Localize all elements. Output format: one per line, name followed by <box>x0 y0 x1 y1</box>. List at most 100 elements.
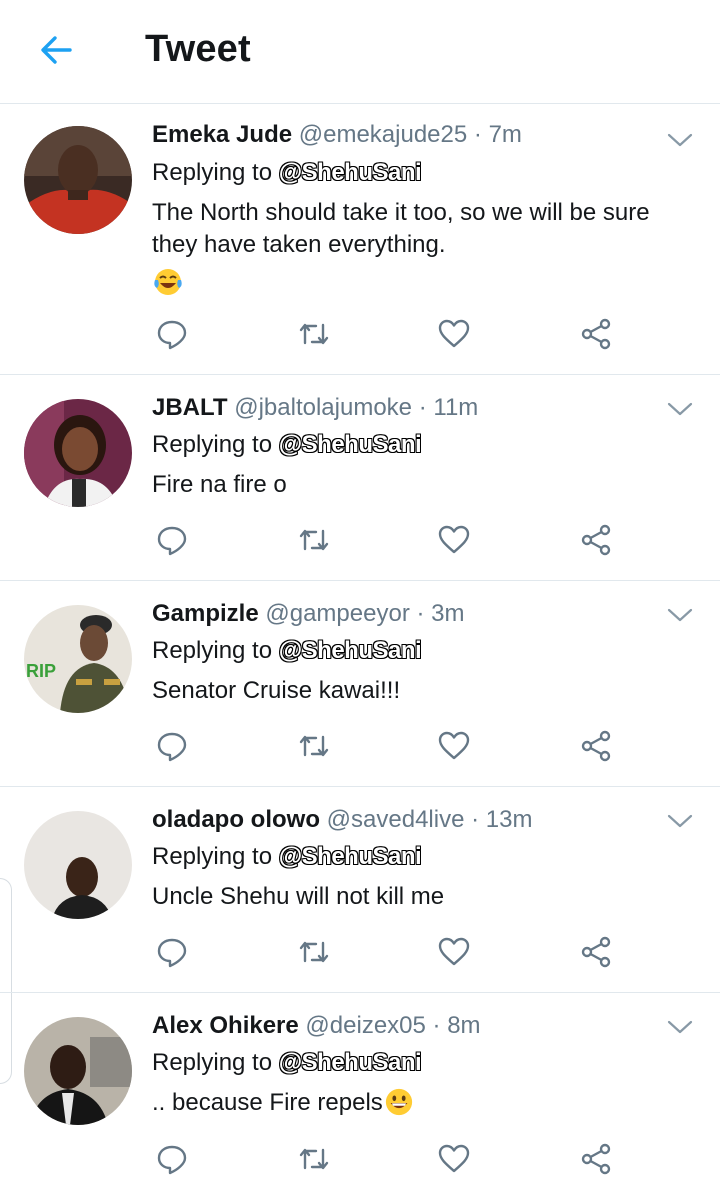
reply-icon <box>157 1145 187 1175</box>
reply-icon <box>157 526 187 556</box>
retweet-button[interactable] <box>294 1139 334 1179</box>
replying-to-line: Replying to @ShehuSani <box>152 1048 422 1078</box>
share-icon <box>581 730 611 762</box>
timestamp: 13m <box>485 806 533 833</box>
reply-button[interactable] <box>152 1139 192 1179</box>
tweet-actions <box>0 520 720 560</box>
avatar[interactable] <box>24 126 132 234</box>
chevron-down-icon[interactable] <box>666 1017 694 1037</box>
author-handle[interactable]: @saved4live <box>327 806 465 833</box>
retweet-button[interactable] <box>294 314 334 354</box>
author-name[interactable]: Alex Ohikere <box>152 1012 299 1039</box>
author-name[interactable]: Emeka Jude <box>152 121 292 148</box>
arrow-left-icon <box>41 36 72 64</box>
replying-prefix: Replying to <box>152 843 273 870</box>
share-button[interactable] <box>576 726 616 766</box>
reply-button[interactable] <box>152 314 192 354</box>
like-button[interactable] <box>434 314 474 354</box>
retweet-icon <box>299 323 329 345</box>
tweet-text-content: Uncle Shehu will not kill me <box>152 883 445 910</box>
reply-icon <box>157 938 187 968</box>
tweet-actions <box>0 932 720 972</box>
author-handle[interactable]: @deizex05 <box>305 1012 425 1039</box>
reply-button[interactable] <box>152 726 192 766</box>
replying-prefix: Replying to <box>152 1049 273 1076</box>
tweet-text: Uncle Shehu will not kill me <box>152 881 692 913</box>
tweet-text-content: Senator Cruise kawai!!! <box>152 677 401 704</box>
author-name[interactable]: oladapo olowo <box>152 806 320 833</box>
heart-icon <box>438 731 470 760</box>
retweet-icon <box>299 529 329 551</box>
tweet-header: JBALT @jbaltolajumoke · 11m <box>152 393 478 423</box>
avatar[interactable] <box>24 399 132 507</box>
tweet-item[interactable]: JBALT @jbaltolajumoke · 11m Replying to … <box>0 375 720 581</box>
page-title: Tweet <box>145 28 251 70</box>
share-button[interactable] <box>576 314 616 354</box>
separator-dot: · <box>471 806 480 833</box>
reply-icon <box>157 732 187 762</box>
tweet-text: The North should take it too, so we will… <box>152 197 692 261</box>
tweet-actions <box>0 726 720 766</box>
avatar-image: RIP <box>24 605 132 713</box>
like-button[interactable] <box>434 1139 474 1179</box>
tweet-header: Alex Ohikere @deizex05 · 8m <box>152 1011 481 1041</box>
tweet-item[interactable]: Alex Ohikere @deizex05 · 8m Replying to … <box>0 993 720 1192</box>
tweet-text-content: .. because Fire repels <box>152 1089 383 1116</box>
tweet-item[interactable]: Emeka Jude @emekajude25 · 7m Replying to… <box>0 104 720 375</box>
share-icon <box>581 1143 611 1175</box>
avatar-image <box>24 1017 132 1125</box>
face-with-tears-of-joy-icon <box>154 269 182 295</box>
retweet-button[interactable] <box>294 520 334 560</box>
retweet-button[interactable] <box>294 726 334 766</box>
tweet-item[interactable]: oladapo olowo @saved4live · 13m Replying… <box>0 787 720 993</box>
replying-to-line: Replying to @ShehuSani <box>152 158 422 188</box>
avatar[interactable]: RIP <box>24 605 132 713</box>
author-handle[interactable]: @jbaltolajumoke <box>234 394 412 421</box>
heart-icon <box>438 1144 470 1173</box>
author-handle[interactable]: @emekajude25 <box>299 121 467 148</box>
mention-link[interactable]: @ShehuSani <box>279 843 422 870</box>
chevron-down-icon[interactable] <box>666 811 694 831</box>
grinning-face-icon <box>385 1088 412 1115</box>
tweet-item[interactable]: RIP Gampizle @gampeeyor · 3m Replying to… <box>0 581 720 787</box>
author-handle[interactable]: @gampeeyor <box>265 600 409 627</box>
share-icon <box>581 936 611 968</box>
share-button[interactable] <box>576 1139 616 1179</box>
like-button[interactable] <box>434 726 474 766</box>
replying-to-line: Replying to @ShehuSani <box>152 430 422 460</box>
heart-icon <box>438 525 470 554</box>
tweet-text: .. because Fire repels <box>152 1087 692 1119</box>
reply-button[interactable] <box>152 932 192 972</box>
mention-link[interactable]: @ShehuSani <box>279 159 422 186</box>
retweet-icon <box>299 735 329 757</box>
share-icon <box>581 524 611 556</box>
back-button[interactable] <box>36 30 76 70</box>
heart-icon <box>438 937 470 966</box>
avatar[interactable] <box>24 811 132 919</box>
chevron-down-icon[interactable] <box>666 399 694 419</box>
like-button[interactable] <box>434 520 474 560</box>
timestamp: 3m <box>431 600 465 627</box>
timestamp: 11m <box>433 394 479 421</box>
share-button[interactable] <box>576 932 616 972</box>
mention-link[interactable]: @ShehuSani <box>279 431 422 458</box>
timestamp: 7m <box>488 121 522 148</box>
timestamp: 8m <box>447 1012 481 1039</box>
author-name[interactable]: JBALT <box>152 394 228 421</box>
separator-dot: · <box>432 1012 441 1039</box>
chevron-down-icon[interactable] <box>666 605 694 625</box>
chevron-down-icon[interactable] <box>666 130 694 150</box>
reply-button[interactable] <box>152 520 192 560</box>
author-name[interactable]: Gampizle <box>152 600 259 627</box>
mention-link[interactable]: @ShehuSani <box>279 637 422 664</box>
like-button[interactable] <box>434 932 474 972</box>
share-icon <box>581 318 611 350</box>
share-button[interactable] <box>576 520 616 560</box>
retweet-button[interactable] <box>294 932 334 972</box>
separator-dot: · <box>418 394 427 421</box>
replying-prefix: Replying to <box>152 637 273 664</box>
tweet-text-content: The North should take it too, so we will… <box>152 199 650 258</box>
tweet-header: Emeka Jude @emekajude25 · 7m <box>152 120 522 150</box>
mention-link[interactable]: @ShehuSani <box>279 1049 422 1076</box>
avatar[interactable] <box>24 1017 132 1125</box>
